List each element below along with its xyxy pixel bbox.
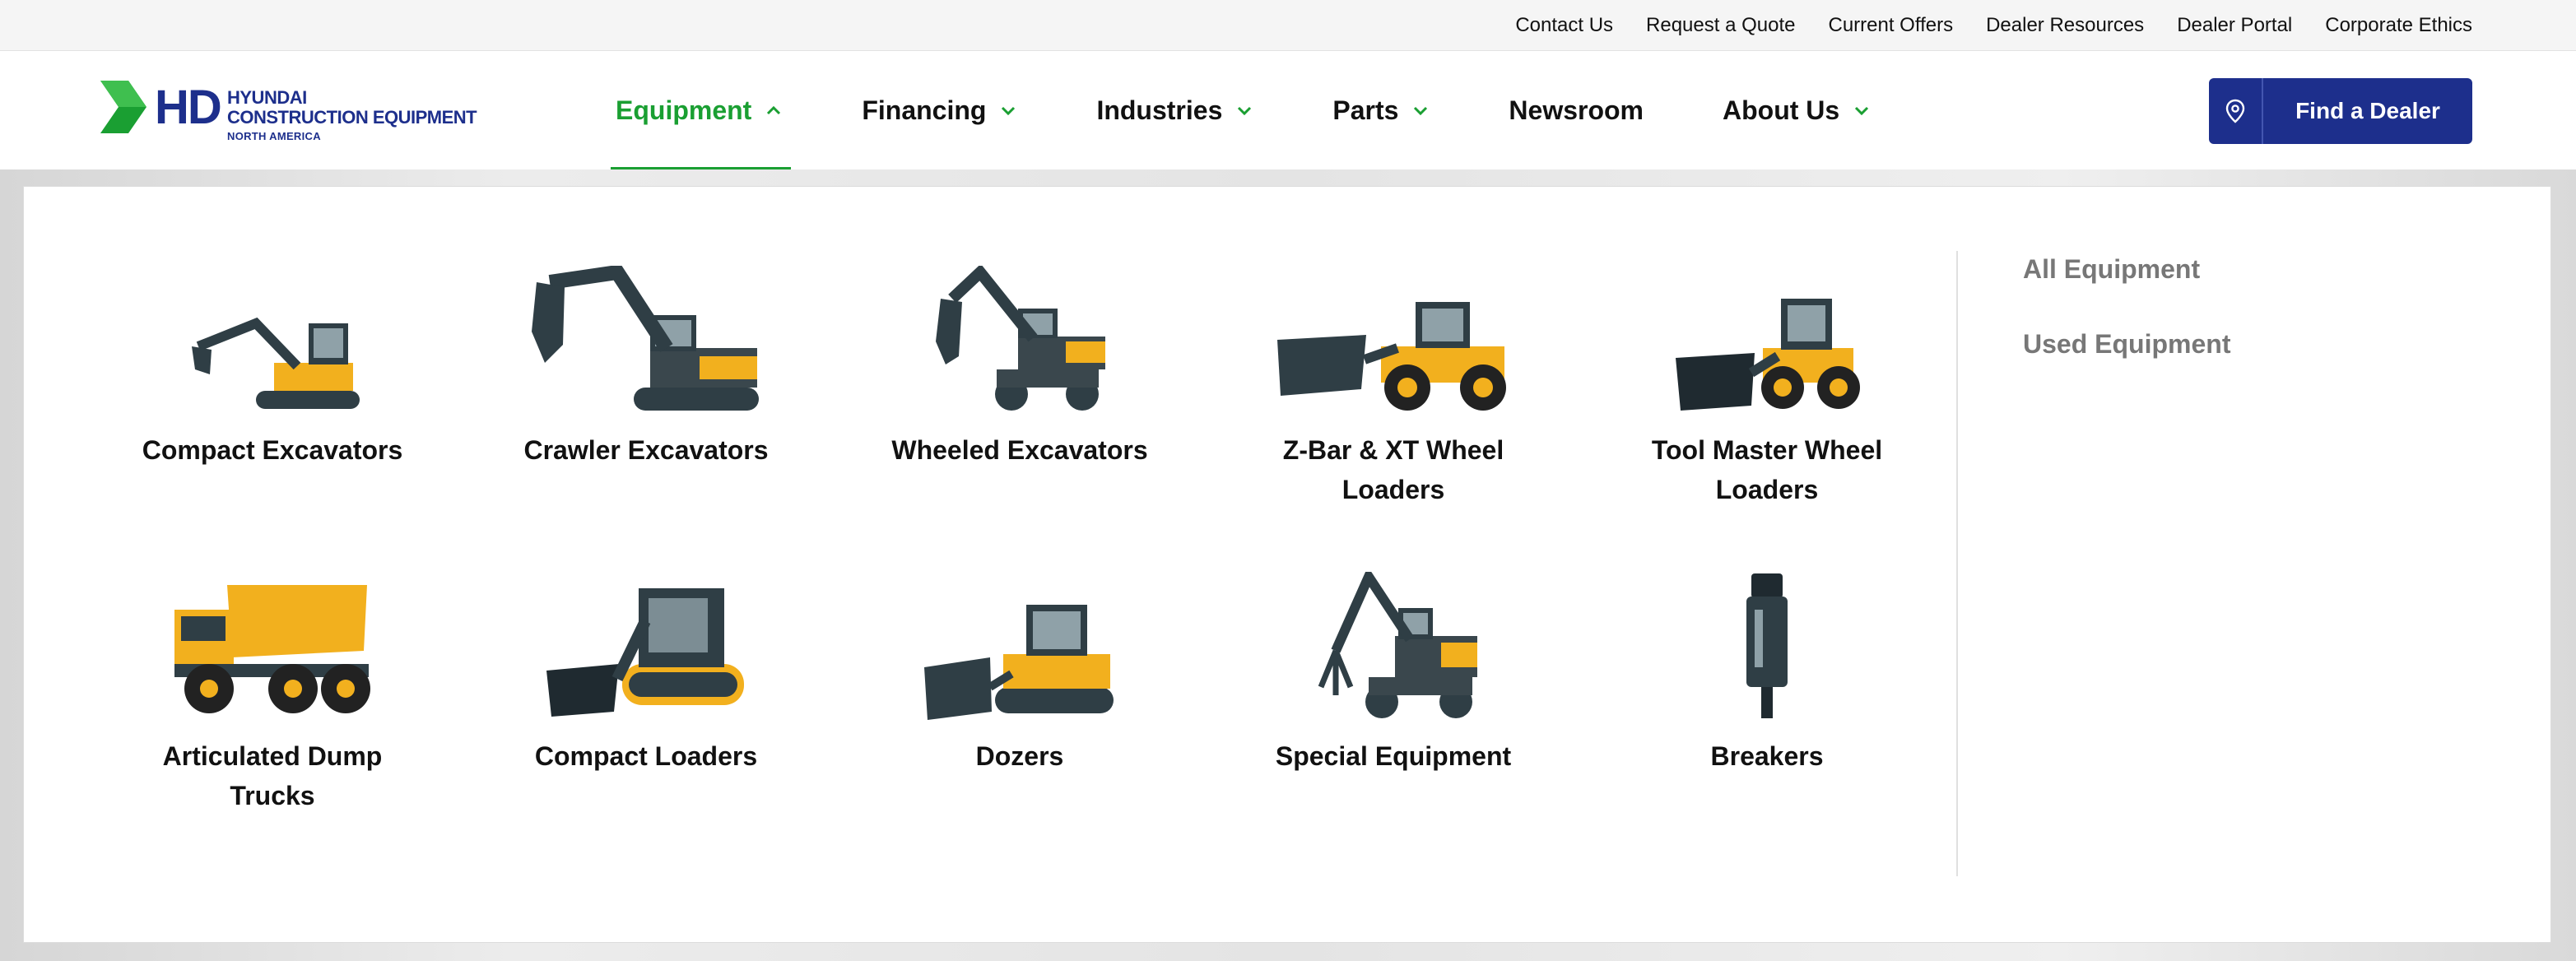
nav-label-parts: Parts <box>1332 95 1399 125</box>
category-wheel-loaders[interactable]: Z-Bar & XT Wheel Loaders <box>1216 249 1570 509</box>
nav-item-about-us[interactable]: About Us <box>1716 51 1877 169</box>
nav-label-newsroom: Newsroom <box>1509 95 1644 125</box>
dealer-resources-link[interactable]: Dealer Resources <box>1986 14 2144 37</box>
corporate-ethics-link[interactable]: Corporate Ethics <box>2325 14 2472 37</box>
utility-links: Contact Us Request a Quote Current Offer… <box>1515 0 2472 51</box>
category-tool-master-wheel-loaders[interactable]: Tool Master Wheel Loaders <box>1590 249 1944 509</box>
category-articulated-dump-trucks[interactable]: Articulated Dump Trucks <box>95 555 449 815</box>
chevron-down-icon <box>1414 106 1428 116</box>
main-header: HD HYUNDAI CONSTRUCTION EQUIPMENT NORTH … <box>0 51 2576 169</box>
nav-item-equipment[interactable]: Equipment <box>609 51 792 169</box>
find-dealer-button[interactable]: Find a Dealer <box>2209 78 2472 144</box>
category-wheeled-excavators[interactable]: Wheeled Excavators <box>843 249 1197 509</box>
material-handler-icon <box>1270 555 1517 720</box>
contact-us-link[interactable]: Contact Us <box>1515 14 1613 37</box>
hd-chevron-logo-icon <box>100 81 146 133</box>
equipment-dropdown: Compact Excavators Crawler Excavators Wh… <box>23 186 2551 943</box>
all-equipment-link[interactable]: All Equipment <box>2023 254 2230 285</box>
logo-mark: HD <box>155 81 222 134</box>
chevron-down-icon <box>1238 106 1252 116</box>
current-offers-link[interactable]: Current Offers <box>1828 14 1953 37</box>
logo-line-north-america: NORTH AMERICA <box>227 130 321 142</box>
nav-item-industries[interactable]: Industries <box>1090 51 1260 169</box>
dump-truck-icon <box>149 555 396 720</box>
crawler-excavator-icon <box>523 249 770 414</box>
compact-loader-icon <box>523 555 770 720</box>
category-label: Z-Bar & XT Wheel Loaders <box>1282 435 1504 504</box>
category-label: Crawler Excavators <box>523 435 769 465</box>
breaker-icon <box>1644 555 1890 720</box>
category-label: Compact Excavators <box>142 435 403 465</box>
nav-label-about-us: About Us <box>1723 95 1840 125</box>
utility-bar: Contact Us Request a Quote Current Offer… <box>0 0 2576 51</box>
find-dealer-label: Find a Dealer <box>2295 98 2440 123</box>
logo-line-hyundai: HYUNDAI <box>227 87 307 108</box>
chevron-down-icon <box>1855 106 1869 116</box>
dropdown-side-links: All Equipment Used Equipment <box>2023 254 2230 404</box>
nav-label-financing: Financing <box>862 95 987 125</box>
chevron-down-icon <box>1002 106 1016 116</box>
nav-label-industries: Industries <box>1096 95 1223 125</box>
category-label: Breakers <box>1710 741 1824 771</box>
category-compact-excavators[interactable]: Compact Excavators <box>95 249 449 509</box>
category-crawler-excavators[interactable]: Crawler Excavators <box>469 249 823 509</box>
category-label: Dozers <box>975 741 1064 771</box>
chevron-up-icon <box>767 105 781 115</box>
location-pin-icon <box>2209 78 2263 144</box>
main-nav: Equipment Financing Industries Parts New… <box>609 51 1943 169</box>
hd-logo[interactable]: HD HYUNDAI CONSTRUCTION EQUIPMENT NORTH … <box>100 81 504 146</box>
category-label: Wheeled Excavators <box>891 435 1148 465</box>
logo-line-construction: CONSTRUCTION EQUIPMENT <box>227 107 477 128</box>
nav-item-parts[interactable]: Parts <box>1326 51 1436 169</box>
logo-text: HYUNDAI CONSTRUCTION EQUIPMENT NORTH AME… <box>227 89 477 142</box>
dropdown-divider <box>1956 251 1958 876</box>
category-breakers[interactable]: Breakers <box>1590 555 1944 815</box>
equipment-category-grid: Compact Excavators Crawler Excavators Wh… <box>95 249 1931 815</box>
dealer-portal-link[interactable]: Dealer Portal <box>2177 14 2292 37</box>
nav-label-equipment: Equipment <box>616 95 752 125</box>
nav-item-newsroom[interactable]: Newsroom <box>1502 51 1650 169</box>
dozer-icon <box>896 555 1143 720</box>
category-label: Compact Loaders <box>534 741 758 771</box>
compact-excavator-icon <box>149 249 396 414</box>
nav-item-financing[interactable]: Financing <box>855 51 1024 169</box>
category-dozers[interactable]: Dozers <box>843 555 1197 815</box>
wheeled-excavator-icon <box>896 249 1143 414</box>
category-special-equipment[interactable]: Special Equipment <box>1216 555 1570 815</box>
category-compact-loaders[interactable]: Compact Loaders <box>469 555 823 815</box>
request-quote-link[interactable]: Request a Quote <box>1646 14 1795 37</box>
category-label: Articulated Dump Trucks <box>162 741 383 810</box>
category-label: Tool Master Wheel Loaders <box>1651 435 1883 504</box>
used-equipment-link[interactable]: Used Equipment <box>2023 329 2230 360</box>
category-label: Special Equipment <box>1275 741 1512 771</box>
wheel-loader-icon <box>1270 249 1517 414</box>
tool-master-loader-icon <box>1644 249 1890 414</box>
